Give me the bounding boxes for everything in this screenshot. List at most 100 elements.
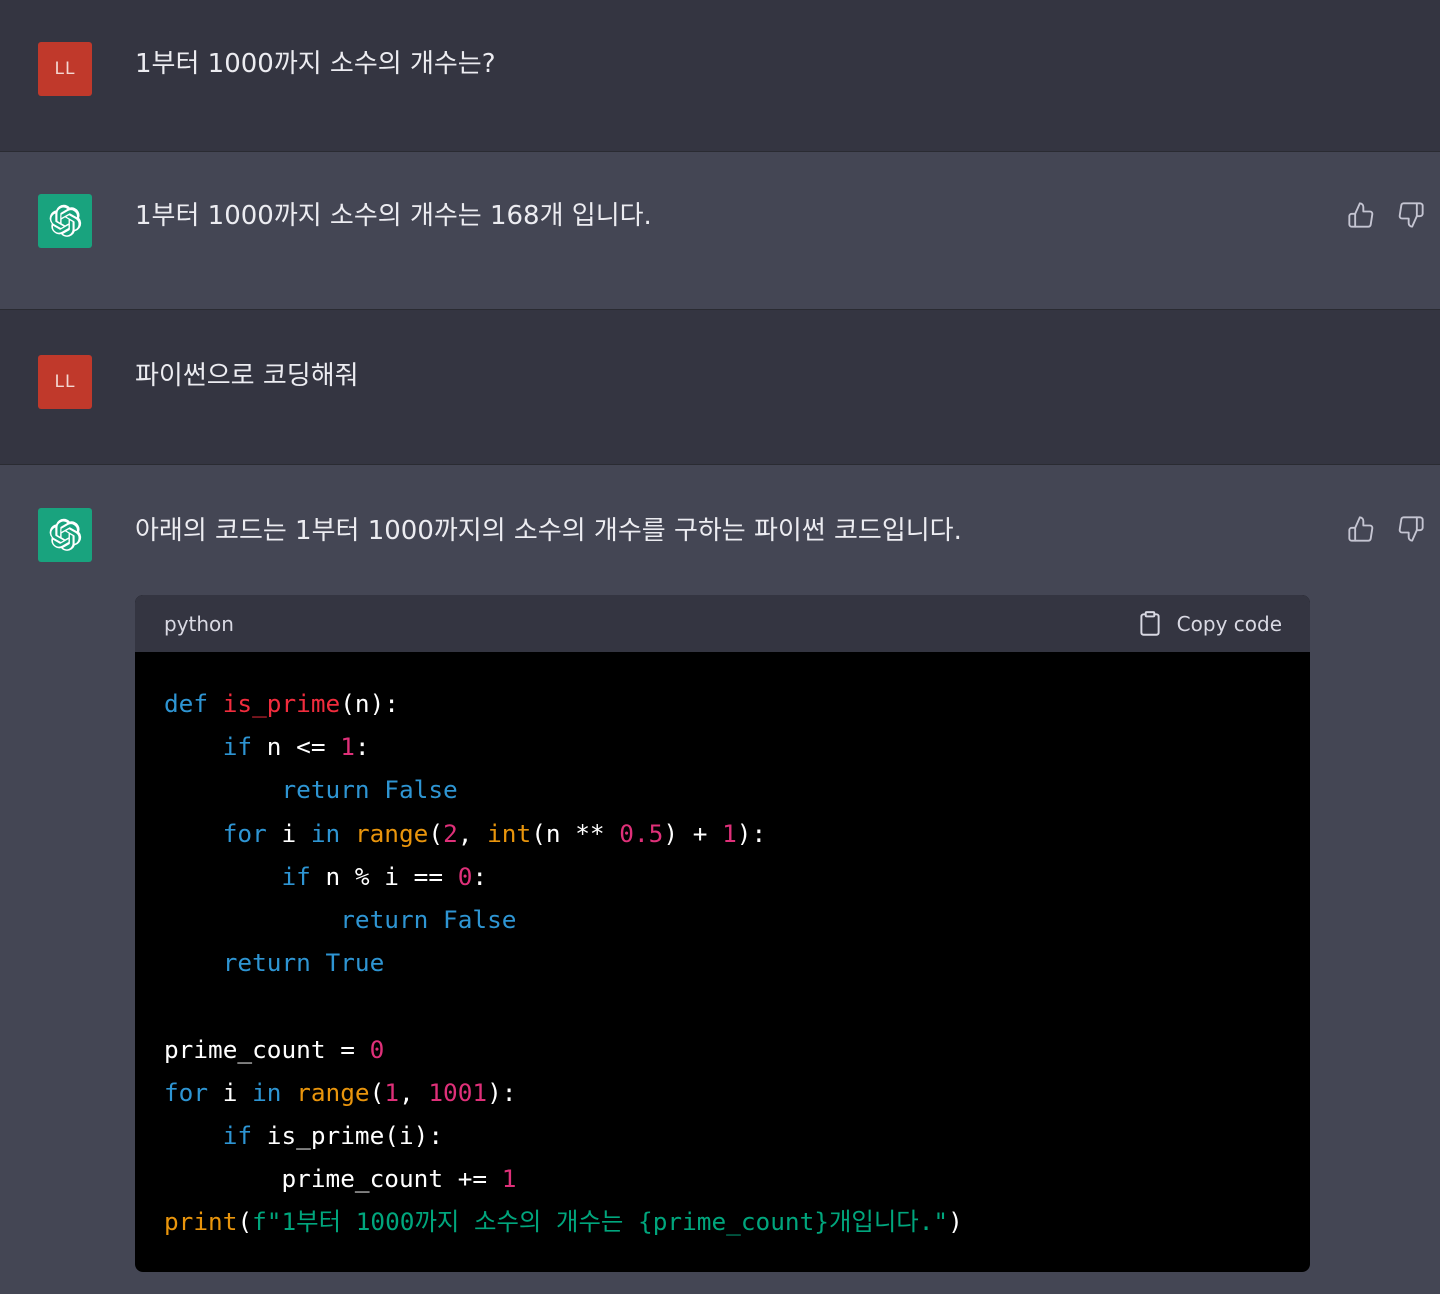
code-token: (n): [340,689,399,718]
code-token: in [252,1077,282,1107]
user-avatar: LL [38,42,92,96]
openai-logo-icon [38,508,92,562]
user-message-text: 파이썬으로 코딩해줘 [135,361,359,391]
code-line: return False [164,768,1310,811]
code-token: is_prime [222,689,341,718]
code-token: 2 [443,818,458,848]
code-token: 0 [457,861,473,891]
code-token: n <= [252,732,341,762]
code-token: n % i == [310,861,458,891]
code-line: return True [164,941,1310,984]
code-token: prime_count += [164,1164,502,1194]
clipboard-icon [1137,610,1163,638]
code-line: def is_prime(n): [164,682,1310,725]
code-token: ): [736,818,767,848]
code-token: 1 [722,818,737,848]
code-token: for [222,818,267,848]
code-token: for [164,1077,209,1107]
code-token: 0.5 [619,818,664,848]
code-token: ( [369,1077,385,1107]
code-line: print(f"1부터 1000까지 소수의 개수는 {prime_count}… [164,1200,1310,1243]
code-token: 1 [340,732,355,762]
code-token: return [281,775,370,805]
code-token: range [296,1077,370,1107]
code-token: range [354,818,429,848]
code-token: print [164,1207,238,1237]
code-line: for i in range(2, int(n ** 0.5) + 1): [164,812,1310,855]
code-token: : [472,861,488,891]
assistant-message-text: 아래의 코드는 1부터 1000까지의 소수의 개수를 구하는 파이썬 코드입니… [135,516,962,546]
thumbs-up-icon[interactable] [1346,200,1376,230]
code-block-header: python Copy code [135,595,1310,652]
code-content: def is_prime(n): if n <= 1: return False… [135,652,1310,1243]
code-line: if is_prime(i): [164,1114,1310,1157]
assistant-message-1: 1부터 1000까지 소수의 개수는 168개 입니다. [0,152,1440,310]
feedback-buttons [1346,514,1426,544]
feedback-buttons [1346,200,1426,230]
code-token: True [325,948,385,978]
user-message-2: LL 파이썬으로 코딩해줘 [0,310,1440,465]
code-line: prime_count += 1 [164,1157,1310,1200]
code-token: i [208,1077,253,1107]
thumbs-up-icon[interactable] [1346,514,1376,544]
copy-code-label: Copy code [1176,611,1282,636]
thumbs-down-icon[interactable] [1396,200,1426,230]
assistant-message-2: 아래의 코드는 1부터 1000까지의 소수의 개수를 구하는 파이썬 코드입니… [0,465,1440,1294]
code-token: ( [428,818,444,848]
copy-code-button[interactable]: Copy code [1137,610,1282,638]
code-token: def [164,689,209,718]
code-token: if [222,732,253,762]
code-token: (n ** [531,818,620,848]
code-line: for i in range(1, 1001): [164,1071,1310,1114]
assistant-message-text: 1부터 1000까지 소수의 개수는 168개 입니다. [135,201,652,231]
code-token: if [222,1120,253,1150]
openai-logo-icon [38,194,92,248]
code-token: f"1부터 1000까지 소수의 개수는 {prime_count}개입니다." [252,1207,949,1237]
user-message-text: 1부터 1000까지 소수의 개수는? [135,49,496,79]
code-token: return [222,948,311,978]
code-token: is_prime(i): [252,1120,444,1150]
user-message-1: LL 1부터 1000까지 소수의 개수는? [0,0,1440,152]
code-token: ) + [663,818,723,848]
code-line: prime_count = 0 [164,1028,1310,1071]
code-token: 1 [384,1077,399,1107]
code-token: ( [237,1207,253,1237]
code-token: ): [487,1077,517,1107]
code-token: 1 [501,1164,517,1194]
code-token: in [310,818,341,848]
thumbs-down-icon[interactable] [1396,514,1426,544]
code-block: python Copy code def is_prime(n): if n <… [135,595,1310,1272]
code-token: ) [948,1207,963,1237]
code-line: return False [164,898,1310,941]
code-token: 1001 [428,1077,488,1107]
code-token: int [487,818,532,848]
code-token: return [340,904,429,934]
code-token: i [266,818,311,848]
code-token: : [354,732,370,762]
code-token: False [384,775,458,805]
code-token: False [443,904,517,934]
code-token: 0 [369,1034,385,1064]
code-line: if n <= 1: [164,725,1310,768]
code-line: if n % i == 0: [164,855,1310,898]
code-token: , [457,818,488,848]
user-avatar: LL [38,355,92,409]
code-token: prime_count = [164,1034,370,1064]
code-language-label: python [164,611,234,636]
code-token: , [399,1077,429,1107]
code-token: if [281,861,311,891]
